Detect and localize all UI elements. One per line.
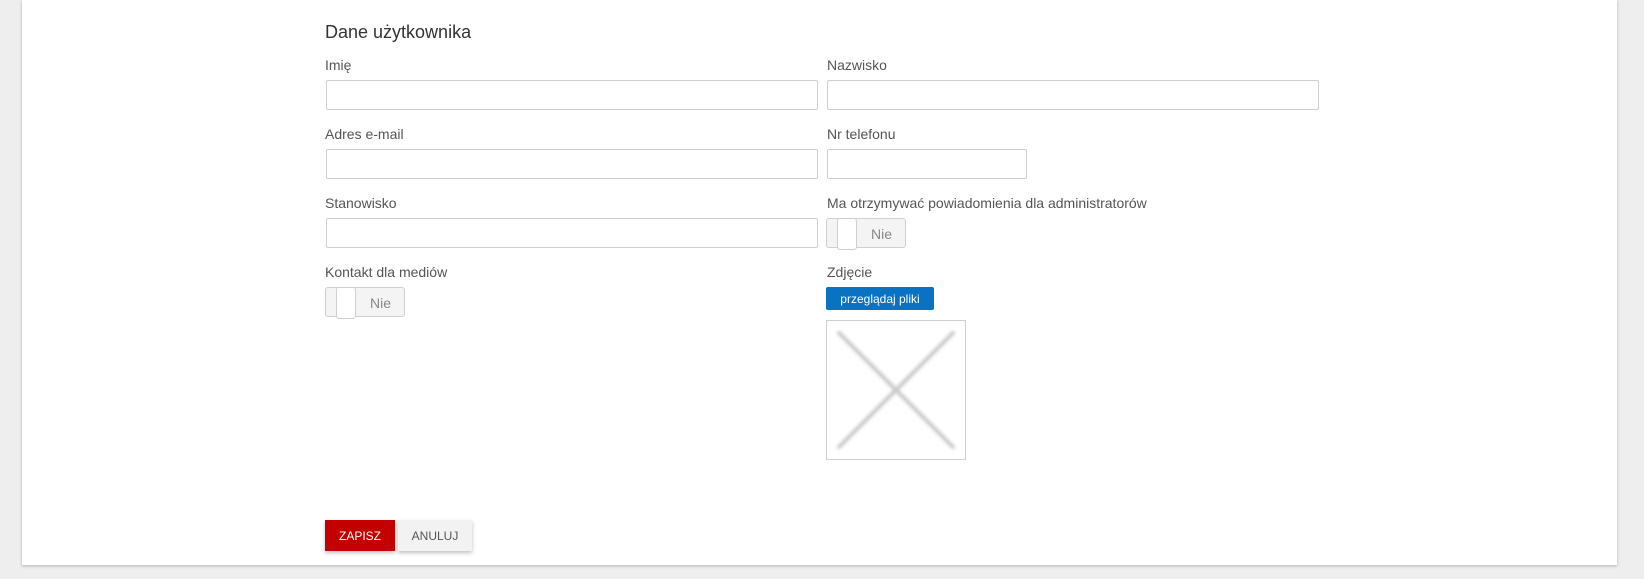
photo-placeholder (826, 320, 966, 460)
position-label: Stanowisko (325, 195, 397, 211)
phone-input[interactable] (827, 149, 1027, 179)
first-name-input[interactable] (326, 80, 818, 110)
admin-notifications-label: Ma otrzymywać powiadomienia dla administ… (827, 195, 1147, 211)
last-name-input[interactable] (827, 80, 1319, 110)
browse-files-button[interactable]: przeglądaj pliki (826, 287, 934, 310)
form-card (22, 0, 1617, 565)
first-name-label: Imię (325, 57, 352, 73)
toggle-state-text: Nie (370, 295, 392, 311)
toggle-knob (837, 218, 857, 250)
phone-label: Nr telefonu (827, 126, 896, 142)
media-contact-label: Kontakt dla mediów (325, 264, 448, 280)
email-label: Adres e-mail (325, 126, 404, 142)
save-button[interactable]: ZAPISZ (325, 520, 395, 551)
admin-notifications-toggle[interactable]: Nie (826, 218, 906, 250)
toggle-knob (336, 287, 356, 319)
position-input[interactable] (326, 218, 818, 248)
cross-icon (837, 331, 955, 449)
section-title: Dane użytkownika (325, 22, 472, 42)
toggle-state-text: Nie (871, 226, 893, 242)
media-contact-toggle[interactable]: Nie (325, 287, 405, 319)
cancel-button[interactable]: ANULUJ (398, 520, 472, 551)
email-input[interactable] (326, 149, 818, 179)
photo-label: Zdjęcie (827, 264, 873, 280)
last-name-label: Nazwisko (827, 57, 887, 73)
